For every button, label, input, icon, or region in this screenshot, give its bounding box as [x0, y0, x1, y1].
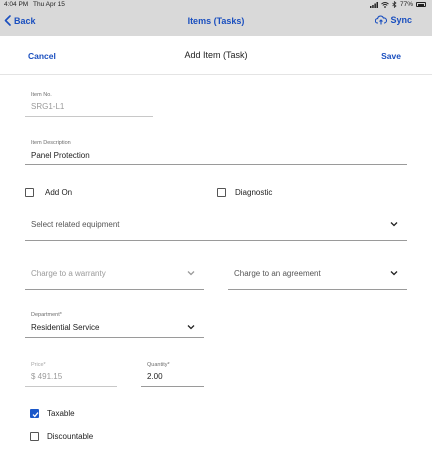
- warranty-placeholder: Charge to a warranty: [31, 269, 106, 278]
- status-time: 4:04 PM Thu Apr 15: [4, 1, 65, 8]
- cloud-sync-icon: [375, 15, 388, 25]
- price-label: Price*: [31, 362, 46, 368]
- taxable-checkbox-row[interactable]: Taxable: [30, 409, 75, 418]
- agreement-placeholder: Charge to an agreement: [234, 269, 321, 278]
- item-no-underline: [25, 116, 153, 117]
- related-equipment-underline: [25, 240, 407, 241]
- price-field: Price* $ 491.15: [25, 362, 117, 387]
- add-item-sheet: Cancel Add Item (Task) Save Item No. SRG…: [0, 36, 432, 454]
- checkmark-icon: [32, 411, 38, 417]
- item-description-underline: [25, 164, 407, 165]
- department-label: Department*: [31, 312, 62, 318]
- chevron-down-icon: [187, 271, 195, 276]
- nav-bar: Back Items (Tasks) Sync: [0, 10, 432, 36]
- sync-button[interactable]: Sync: [375, 15, 412, 25]
- agreement-select[interactable]: Charge to an agreement: [228, 263, 407, 290]
- item-description-field[interactable]: Item Description Panel Protection: [25, 140, 407, 165]
- status-bar: 4:04 PM Thu Apr 15 77%: [0, 0, 432, 10]
- diagnostic-checkbox-row[interactable]: Diagnostic: [217, 188, 272, 197]
- diagnostic-checkbox[interactable]: [217, 188, 226, 197]
- modal-header: Cancel Add Item (Task) Save: [0, 36, 432, 75]
- wifi-icon: [381, 1, 389, 8]
- quantity-label: Quantity*: [147, 362, 170, 368]
- chevron-down-icon: [187, 325, 195, 330]
- item-description-label: Item Description: [31, 140, 71, 146]
- price-underline: [25, 386, 117, 387]
- discountable-checkbox-row[interactable]: Discountable: [30, 432, 93, 441]
- status-time-text: 4:04 PM: [4, 1, 29, 8]
- quantity-underline: [141, 386, 204, 387]
- quantity-field[interactable]: Quantity* 2.00: [141, 362, 204, 387]
- related-equipment-select[interactable]: Select related equipment: [25, 214, 407, 241]
- save-button[interactable]: Save: [381, 51, 401, 61]
- discountable-checkbox[interactable]: [30, 432, 39, 441]
- add-on-checkbox[interactable]: [25, 188, 34, 197]
- discountable-label: Discountable: [47, 432, 94, 441]
- item-no-label: Item No.: [31, 92, 52, 98]
- chevron-down-icon: [390, 271, 398, 276]
- department-underline: [25, 337, 204, 338]
- item-description-value: Panel Protection: [31, 151, 90, 160]
- nav-title: Items (Tasks): [187, 16, 245, 26]
- sync-label: Sync: [390, 15, 412, 25]
- item-no-field: Item No. SRG1-L1: [25, 92, 153, 117]
- agreement-underline: [228, 289, 407, 290]
- taxable-checkbox[interactable]: [30, 409, 39, 418]
- related-equipment-placeholder: Select related equipment: [31, 220, 120, 229]
- battery-icon: [416, 2, 426, 7]
- diagnostic-label: Diagnostic: [235, 188, 273, 197]
- status-date-text: Thu Apr 15: [33, 1, 65, 8]
- taxable-label: Taxable: [47, 409, 75, 418]
- department-select[interactable]: Department* Residential Service: [25, 312, 204, 338]
- status-indicators: 77%: [369, 1, 426, 8]
- battery-percent: 77%: [399, 1, 413, 8]
- signal-icon: [369, 1, 378, 8]
- price-value: $ 491.15: [31, 372, 63, 381]
- chevron-down-icon: [390, 222, 398, 227]
- quantity-value: 2.00: [147, 372, 163, 381]
- warranty-underline: [25, 289, 204, 290]
- modal-title: Add Item (Task): [184, 50, 248, 60]
- add-on-checkbox-row[interactable]: Add On: [25, 188, 72, 197]
- bluetooth-icon: [392, 1, 397, 8]
- item-no-value: SRG1-L1: [31, 102, 65, 111]
- add-on-label: Add On: [45, 188, 73, 197]
- department-value: Residential Service: [31, 323, 100, 332]
- warranty-select[interactable]: Charge to a warranty: [25, 263, 204, 290]
